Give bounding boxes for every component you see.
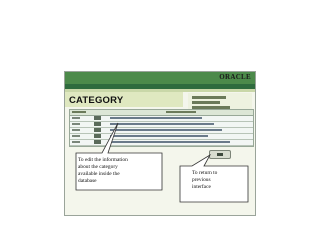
callout-line: interface — [192, 184, 211, 190]
callout-line: available inside the — [78, 171, 120, 177]
callout-line: previous — [192, 177, 211, 183]
callout-return: To return to previous interface — [192, 170, 246, 200]
callout-line: database — [78, 178, 97, 184]
callout-line: To edit the information — [78, 157, 128, 163]
callout-line: To return to — [192, 170, 218, 176]
callout-line: about the category — [78, 164, 118, 170]
callout-edit-info: To edit the information about the catego… — [78, 157, 162, 189]
callout-shapes — [75, 122, 249, 203]
